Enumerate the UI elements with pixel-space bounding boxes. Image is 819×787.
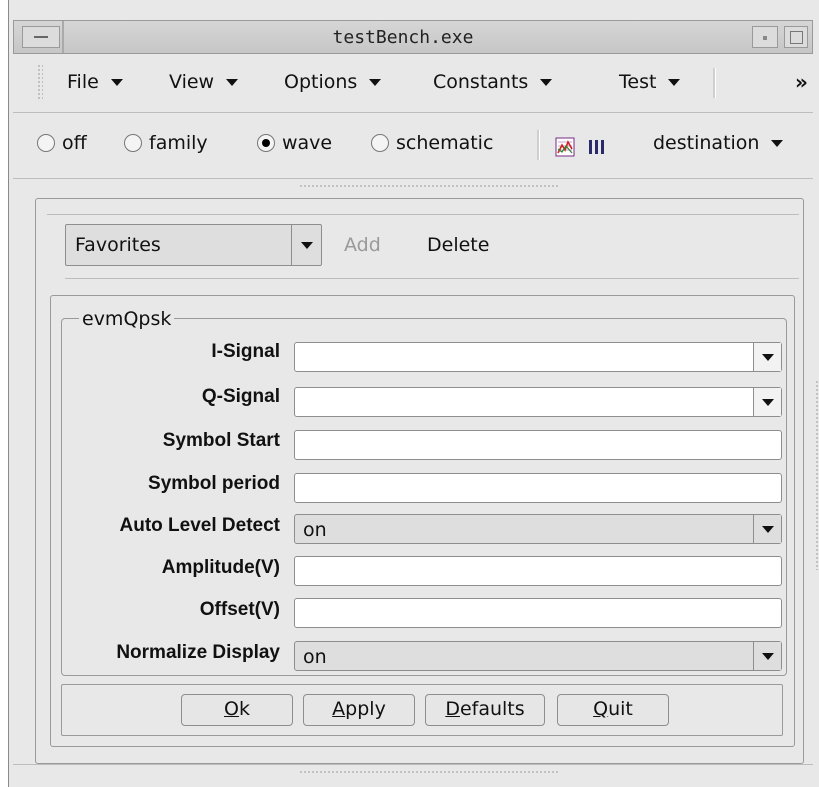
splitter-handle[interactable] [299, 770, 559, 774]
menu-overflow-icon[interactable]: » [795, 70, 808, 94]
menu-separator [713, 68, 716, 98]
radio-button-icon[interactable] [37, 134, 55, 152]
auto-level-detect-dropdown[interactable]: on [294, 514, 782, 544]
amplitude-input[interactable] [294, 556, 782, 586]
amplitude-label: Amplitude(V) [161, 557, 280, 578]
normalize-display-dropdown[interactable]: on [294, 641, 782, 671]
defaults-button[interactable]: Defaults [425, 694, 545, 726]
maximize-icon[interactable] [784, 26, 808, 48]
menu-options[interactable]: Options [284, 71, 382, 93]
menu-view[interactable]: View [169, 71, 239, 93]
destination-menu[interactable]: destination [653, 132, 784, 154]
window-title: testBench.exe [332, 27, 474, 48]
radio-off[interactable]: off [37, 132, 87, 154]
menu-file-label: File [67, 71, 99, 93]
chevron-down-icon [369, 78, 382, 86]
defaults-mnemonic: D [445, 698, 460, 720]
radio-family[interactable]: family [124, 132, 208, 154]
offset-input[interactable] [294, 598, 782, 628]
i-signal-label: I-Signal [211, 341, 280, 362]
normalize-display-value: on [303, 646, 327, 668]
menu-file[interactable]: File [67, 71, 123, 93]
radio-wave-label: wave [282, 132, 333, 154]
chevron-down-icon [668, 78, 681, 86]
radio-schematic[interactable]: schematic [371, 132, 493, 154]
minimize-icon[interactable] [752, 26, 778, 48]
ok-label-rest: k [238, 698, 250, 720]
chart-icon[interactable] [555, 137, 575, 157]
ok-mnemonic: O [224, 698, 239, 720]
delete-favorite-button[interactable]: Delete [427, 234, 489, 256]
menu-bar: File View Options Constants Test » [13, 60, 819, 106]
dropdown-button[interactable] [753, 388, 781, 416]
chevron-down-icon [761, 398, 774, 406]
divider [65, 278, 799, 279]
ok-button[interactable]: Ok [181, 694, 293, 726]
radio-schematic-label: schematic [396, 132, 494, 154]
chevron-down-icon [771, 139, 784, 147]
chevron-down-icon [300, 241, 313, 249]
dropdown-button[interactable] [291, 225, 321, 265]
dropdown-button[interactable] [753, 515, 781, 543]
group-title: evmQpsk [79, 308, 175, 330]
radio-family-label: family [149, 132, 208, 154]
quit-label-rest: uit [608, 698, 633, 720]
apply-button[interactable]: Apply [303, 694, 415, 726]
menu-test[interactable]: Test [619, 71, 681, 93]
auto-level-detect-value: on [303, 519, 327, 541]
menu-test-label: Test [619, 71, 657, 93]
toolbar-separator [537, 130, 540, 160]
vertical-splitter-handle[interactable] [815, 380, 819, 570]
destination-label: destination [653, 132, 760, 154]
divider [13, 178, 813, 179]
chevron-down-icon [761, 652, 774, 660]
window-menu-icon[interactable] [22, 26, 60, 48]
apply-mnemonic: A [332, 698, 346, 720]
divider [13, 764, 813, 765]
normalize-display-label: Normalize Display [116, 642, 280, 663]
symbol-period-input[interactable] [294, 473, 782, 503]
add-favorite-button[interactable]: Add [344, 234, 381, 256]
auto-level-detect-label: Auto Level Detect [119, 515, 280, 536]
radio-button-icon[interactable] [371, 134, 389, 152]
q-signal-dropdown[interactable] [294, 387, 782, 417]
title-bar[interactable]: testBench.exe [13, 20, 813, 54]
defaults-label-rest: efaults [459, 698, 525, 720]
radio-wave[interactable]: wave [257, 132, 332, 154]
chevron-down-icon [110, 78, 123, 86]
radio-button-icon[interactable] [124, 134, 142, 152]
dropdown-button[interactable] [753, 343, 781, 371]
chevron-down-icon [226, 78, 239, 86]
symbol-period-label: Symbol period [148, 473, 280, 494]
menu-constants[interactable]: Constants [433, 71, 553, 93]
columns-icon[interactable] [587, 137, 607, 157]
quit-button[interactable]: Quit [557, 694, 669, 726]
apply-label-rest: pply [345, 698, 386, 720]
splitter-handle[interactable] [299, 184, 559, 188]
i-signal-dropdown[interactable] [294, 342, 782, 372]
toolbar-grip[interactable] [37, 64, 43, 100]
chevron-down-icon [540, 78, 553, 86]
symbol-start-input[interactable] [294, 430, 782, 460]
quit-mnemonic: Q [593, 698, 609, 720]
dropdown-button[interactable] [753, 642, 781, 670]
testbench-window: testBench.exe File View Options Constant… [8, 0, 819, 787]
button-bar [61, 684, 783, 736]
radio-off-label: off [62, 132, 87, 154]
symbol-start-label: Symbol Start [162, 430, 280, 451]
favorites-dropdown[interactable]: Favorites [65, 224, 322, 266]
divider [47, 214, 799, 215]
favorites-value: Favorites [75, 234, 161, 256]
radio-button-selected-icon[interactable] [257, 134, 275, 152]
view-mode-toolbar: off family wave schematic destination [13, 126, 819, 166]
offset-label: Offset(V) [199, 599, 280, 620]
menu-view-label: View [169, 71, 215, 93]
menu-constants-label: Constants [433, 71, 529, 93]
menu-options-label: Options [284, 71, 358, 93]
q-signal-label: Q-Signal [201, 386, 280, 407]
chevron-down-icon [761, 525, 774, 533]
chevron-down-icon [761, 353, 774, 361]
divider [13, 112, 813, 113]
